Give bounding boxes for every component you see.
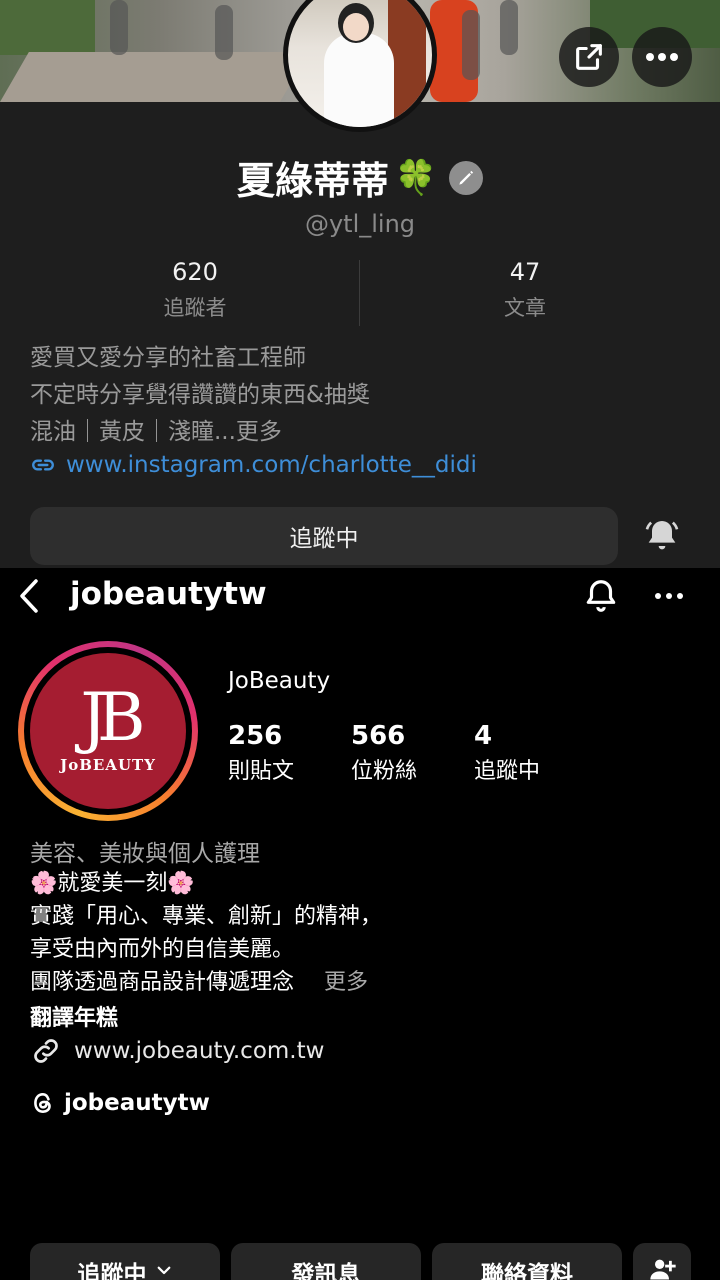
link-icon: [32, 459, 54, 471]
threads-badge-link[interactable]: jobeautytw: [30, 1090, 210, 1116]
profile-bio: 愛買又愛分享的社畜工程師 不定時分享覺得讚讚的東西&抽獎 混油｜黃皮｜淺瞳...…: [30, 340, 690, 451]
profile-avatar[interactable]: [283, 0, 437, 132]
profile-category: 美容、美妝與個人護理: [30, 841, 260, 867]
verified-badge-icon: [449, 160, 484, 195]
display-name: 夏綠蒂蒂 🍀: [0, 150, 720, 205]
message-button[interactable]: 發訊息: [231, 1243, 421, 1280]
bell-icon: [586, 580, 616, 612]
instagram-profile: jobeautytw JB JoBEAUTY JoBeauty 256 則貼文 …: [0, 568, 720, 1280]
bio-expand[interactable]: 混油｜黃皮｜淺瞳...更多: [30, 414, 690, 451]
threads-profile: 夏綠蒂蒂 🍀 @ytl_ling 620 追蹤者 47 文章 愛買又愛分享的社畜…: [0, 0, 720, 568]
suggested-users-button[interactable]: [633, 1243, 691, 1280]
back-button[interactable]: [12, 576, 46, 616]
share-icon: [576, 44, 602, 70]
profile-link[interactable]: www.instagram.com/charlotte__didi: [30, 452, 477, 478]
stat-posts[interactable]: 256 則貼文: [228, 721, 294, 785]
more-options-button[interactable]: [648, 575, 690, 617]
notification-bell-button[interactable]: [640, 514, 684, 558]
profile-bio: 🌸就愛美一刻🌸 實踐「用心、專業、創新」的精神， 享受由內而外的自信美麗。 團隊…: [30, 871, 383, 995]
notifications-button[interactable]: [580, 575, 622, 617]
more-icon: [646, 53, 678, 61]
stat-followers[interactable]: 566 位粉絲: [351, 721, 417, 785]
stat-posts[interactable]: 47 文章: [360, 258, 690, 322]
jobeauty-logo: JB JoBEAUTY: [30, 653, 186, 809]
following-button[interactable]: 追蹤中: [30, 507, 618, 565]
following-dropdown-button[interactable]: 追蹤中: [30, 1243, 220, 1280]
chevron-down-icon: [157, 1266, 170, 1275]
clover-emoji: 🍀: [394, 157, 438, 198]
more-options-button[interactable]: [632, 27, 692, 87]
contact-button[interactable]: 聯絡資料: [432, 1243, 622, 1280]
chevron-left-icon: [20, 579, 38, 613]
more-icon: [655, 593, 683, 599]
profile-name: JoBeauty: [228, 668, 331, 694]
add-person-icon: [650, 1259, 676, 1280]
user-handle: @ytl_ling: [304, 210, 416, 238]
bio-more-link[interactable]: 更多: [324, 970, 368, 995]
translate-link[interactable]: 翻譯年糕: [30, 1000, 118, 1032]
threads-logo-icon: [34, 1093, 51, 1113]
link-icon: [34, 1039, 58, 1063]
story-ring-avatar[interactable]: JB JoBEAUTY: [18, 641, 198, 821]
username-title: jobeautytw: [70, 576, 267, 612]
share-button[interactable]: [559, 27, 619, 87]
stat-followers[interactable]: 620 追蹤者: [30, 258, 360, 322]
stat-following[interactable]: 4 追蹤中: [474, 721, 540, 785]
website-link[interactable]: www.jobeauty.com.tw: [30, 1035, 324, 1067]
top-nav-bar: jobeautytw: [0, 568, 720, 622]
bell-ringing-icon: [645, 521, 679, 550]
profile-stats: 620 追蹤者 47 文章: [30, 258, 690, 328]
